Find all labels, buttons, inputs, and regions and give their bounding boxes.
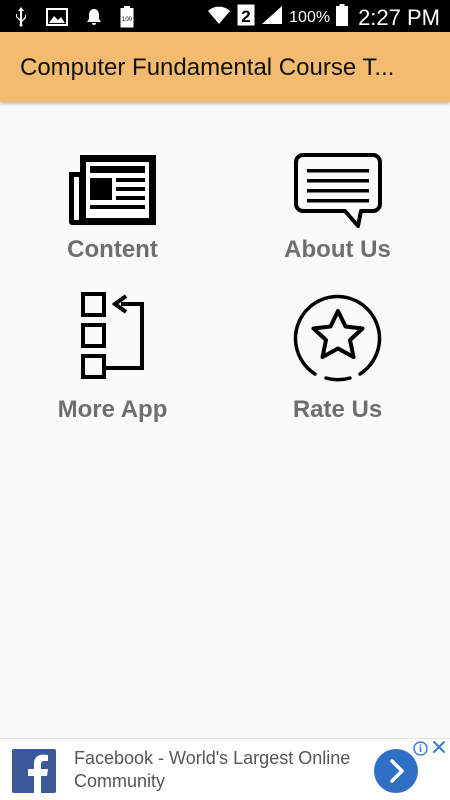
status-notifications: 100: [14, 6, 134, 33]
more-app-label: More App: [57, 396, 168, 423]
content-label: Content: [67, 236, 158, 263]
clock: 2:27 PM: [358, 4, 440, 30]
usb-icon: [14, 7, 28, 32]
apps-list-icon: [0, 290, 225, 382]
arrow-right-icon[interactable]: [374, 749, 418, 793]
notification-bell-icon: [86, 8, 102, 31]
star-circle-icon: [225, 290, 450, 382]
battery-percent: 100%: [289, 8, 331, 26]
svg-text:2: 2: [241, 7, 250, 26]
signal-icon: [261, 5, 283, 30]
ad-banner[interactable]: Facebook - World's Largest Online Commun…: [0, 738, 450, 800]
sim-icon: 2: [237, 4, 255, 31]
newspaper-icon: [0, 152, 225, 232]
chat-bubble-icon: [225, 152, 450, 232]
more-app-button[interactable]: More App: [0, 290, 225, 430]
close-icon[interactable]: [432, 740, 446, 758]
ad-text[interactable]: Facebook - World's Largest Online Commun…: [74, 747, 354, 793]
battery-saver-icon: 100: [120, 6, 134, 33]
facebook-logo-icon: [12, 749, 56, 793]
content-button[interactable]: Content: [0, 148, 225, 270]
rate-us-button[interactable]: Rate Us: [225, 290, 450, 430]
svg-text:100: 100: [122, 17, 133, 23]
about-us-label: About Us: [284, 236, 391, 263]
status-system: 2 100% 2:27 PM: [207, 4, 440, 31]
app-title: Computer Fundamental Course T...: [20, 54, 395, 81]
battery-icon: [336, 4, 349, 31]
info-icon[interactable]: [413, 741, 428, 761]
about-us-button[interactable]: About Us: [225, 148, 450, 270]
wifi-icon: [207, 5, 231, 30]
status-bar: 100 2 100% 2:27 PM: [0, 0, 450, 32]
image-icon: [46, 8, 68, 31]
rate-us-label: Rate Us: [292, 396, 383, 423]
app-bar: Computer Fundamental Course T...: [0, 32, 450, 102]
